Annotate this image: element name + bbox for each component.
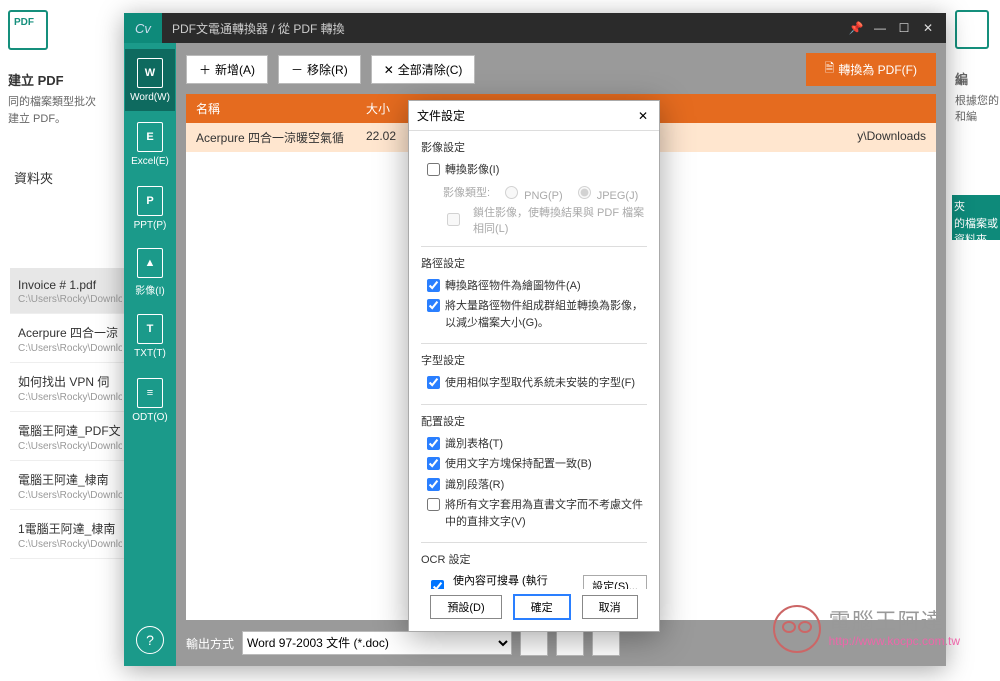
format-excel[interactable]: E Excel(E) [125, 113, 175, 175]
edit-title: 編 [955, 69, 1000, 88]
toolbar: ＋新增(A) －移除(R) ✕全部清除(C) 🗎轉換為 PDF(F) [186, 53, 936, 86]
font-label: 使用相似字型取代系統未安裝的字型(F) [445, 375, 647, 392]
edit-pdf-icon [955, 10, 989, 49]
ocr-label: 使內容可搜尋 (執行 OCR)(U) [453, 572, 577, 589]
ocr-section-title: OCR 設定 [421, 551, 647, 567]
watermark-url: http://www.kocpc.com.tw [829, 635, 960, 648]
folder-label: 資料夾 [8, 158, 112, 197]
titlebar: Cv PDF文電通轉換器 / 從 PDF 轉換 📌 — ☐ ✕ [124, 13, 946, 43]
file-list: Invoice # 1.pdf C:\Users\Rocky\Downlo Ac… [10, 268, 130, 559]
table-label: 識別表格(T) [445, 436, 647, 453]
edit-desc2: 和編 [955, 108, 1000, 124]
format-sidebar: W Word(W) E Excel(E) P PPT(P) ▲ 影像(I) T … [124, 43, 176, 666]
history-button[interactable]: ◔ [592, 630, 620, 656]
format-image[interactable]: ▲ 影像(I) [125, 241, 175, 303]
convert-image-checkbox[interactable] [427, 163, 440, 176]
window-title: PDF文電通轉換器 / 從 PDF 轉換 [172, 20, 345, 37]
remove-button[interactable]: －移除(R) [278, 55, 361, 84]
close-button[interactable]: ✕ [916, 16, 940, 40]
textbox-label: 使用文字方塊保持配置一致(B) [445, 456, 647, 473]
clear-button[interactable]: ✕全部清除(C) [371, 55, 476, 84]
table-checkbox[interactable] [427, 437, 440, 450]
textbox-checkbox[interactable] [427, 457, 440, 470]
col-name: 名稱 [196, 100, 366, 117]
path1-checkbox[interactable] [427, 279, 440, 292]
odt-icon: ≡ [137, 378, 163, 408]
ocr-checkbox[interactable] [431, 580, 444, 590]
app-logo: Cv [124, 13, 162, 43]
add-button[interactable]: ＋新增(A) [186, 55, 268, 84]
lock-images-checkbox [447, 213, 460, 226]
dialog-close-button[interactable]: ✕ [635, 109, 651, 123]
minus-icon: － [291, 61, 303, 78]
format-word[interactable]: W Word(W) [125, 49, 175, 111]
watermark-name: 電腦王阿達 [829, 610, 960, 634]
clock-icon: ◔ [602, 636, 609, 650]
convert-image-label: 轉換影像(I) [445, 162, 647, 179]
create-pdf-icon [8, 10, 48, 50]
txt-icon: T [137, 314, 163, 344]
settings-button[interactable]: ✿ [520, 630, 548, 656]
path2-checkbox[interactable] [427, 299, 440, 312]
watermark: 電腦王阿達 http://www.kocpc.com.tw [773, 605, 960, 653]
list-item[interactable]: 電腦王阿達_PDF文 C:\Users\Rocky\Downlo [10, 412, 130, 461]
bg-right-panel: 編 根據您的 和編 [955, 10, 1000, 90]
plus-icon: ＋ [199, 61, 211, 78]
cancel-button[interactable]: 取消 [582, 595, 638, 619]
create-pdf-desc2: 建立 PDF。 [8, 112, 112, 127]
format-ppt[interactable]: P PPT(P) [125, 177, 175, 239]
maximize-button[interactable]: ☐ [892, 16, 916, 40]
ppt-icon: P [137, 186, 163, 216]
doc-settings-dialog: 文件設定 ✕ 影像設定 轉換影像(I) 影像類型: PNG(P) JPEG(J)… [408, 100, 660, 632]
help-button[interactable]: ? [136, 626, 164, 654]
path2-label: 將大量路徑物件組成群組並轉換為影像，以減少檔案大小(G)。 [445, 298, 647, 331]
convert-button[interactable]: 🗎轉換為 PDF(F) [806, 53, 936, 86]
lock-images-label: 鎖住影像，使轉換結果與 PDF 檔案相同(L) [473, 204, 647, 236]
vertical-checkbox[interactable] [427, 498, 440, 511]
image-section-title: 影像設定 [421, 139, 647, 155]
convert-icon: 🗎 [825, 59, 835, 80]
default-button[interactable]: 預設(D) [430, 595, 501, 619]
layout-section-title: 配置設定 [421, 413, 647, 429]
pin-icon[interactable]: 📌 [844, 16, 868, 40]
edit-desc1: 根據您的 [955, 92, 1000, 108]
list-item[interactable]: 如何找出 VPN 伺 C:\Users\Rocky\Downlo [10, 363, 130, 412]
dialog-titlebar: 文件設定 ✕ [409, 101, 659, 131]
image-type-label: 影像類型: [443, 184, 490, 200]
minimize-button[interactable]: — [868, 16, 892, 40]
image-icon: ▲ [137, 248, 163, 278]
format-odt[interactable]: ≡ ODT(O) [125, 369, 175, 431]
list-item[interactable]: 電腦王阿達_棣南 C:\Users\Rocky\Downlo [10, 461, 130, 510]
bg-right-green: 夾 的檔案或資料夾 [952, 195, 1000, 240]
jpeg-radio [578, 186, 591, 199]
output-location-button[interactable]: ⇥ [556, 630, 584, 656]
create-pdf-title: 建立 PDF [8, 70, 112, 89]
format-txt[interactable]: T TXT(T) [125, 305, 175, 367]
output-format-select[interactable]: Word 97-2003 文件 (*.doc) [242, 631, 512, 655]
excel-icon: E [137, 122, 163, 152]
gear-icon: ✿ [529, 636, 539, 650]
list-item[interactable]: Invoice # 1.pdf C:\Users\Rocky\Downlo [10, 268, 130, 314]
paragraph-label: 識別段落(R) [445, 477, 647, 494]
vertical-label: 將所有文字套用為直書文字而不考慮文件中的直排文字(V) [445, 497, 647, 530]
path-section-title: 路徑設定 [421, 255, 647, 271]
png-radio [505, 186, 518, 199]
output-label: 輸出方式 [186, 635, 234, 652]
dialog-title: 文件設定 [417, 107, 465, 124]
list-item[interactable]: 1電腦王阿達_棣南 C:\Users\Rocky\Downlo [10, 510, 130, 559]
path1-label: 轉換路徑物件為繪圖物件(A) [445, 278, 647, 295]
paragraph-checkbox[interactable] [427, 478, 440, 491]
ocr-settings-button[interactable]: 設定(S)... [583, 575, 647, 589]
ok-button[interactable]: 確定 [514, 595, 570, 619]
watermark-avatar-icon [773, 605, 821, 653]
create-pdf-desc1: 同的檔案類型批次 [8, 95, 112, 110]
export-icon: ⇥ [565, 636, 575, 650]
x-icon: ✕ [384, 63, 394, 77]
list-item[interactable]: Acerpure 四合一涼 C:\Users\Rocky\Downlo [10, 314, 130, 363]
word-icon: W [137, 58, 163, 88]
font-checkbox[interactable] [427, 376, 440, 389]
font-section-title: 字型設定 [421, 352, 647, 368]
